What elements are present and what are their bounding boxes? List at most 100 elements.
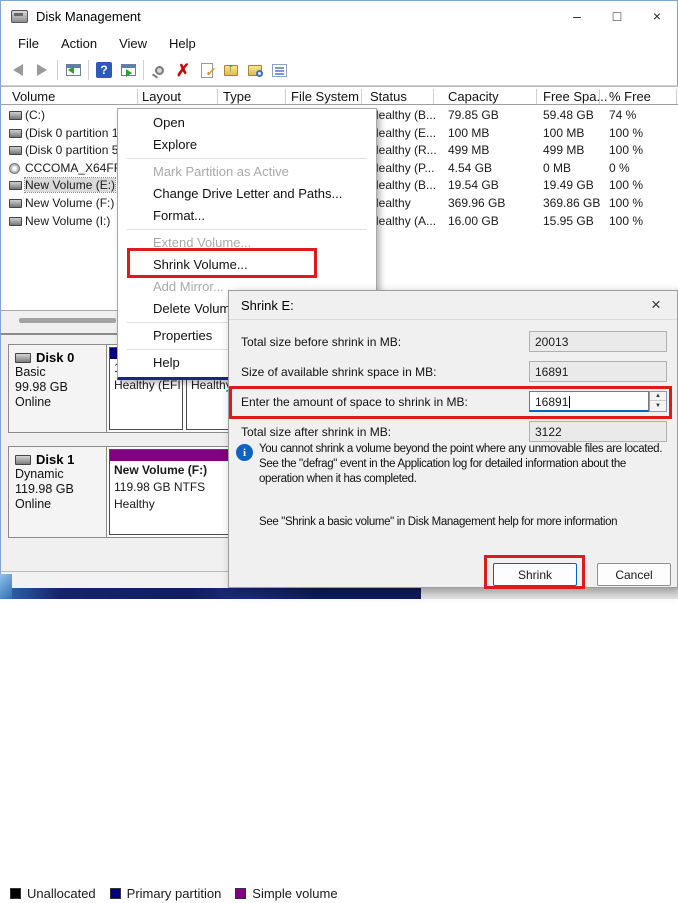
disk-info-panel[interactable]: Disk 1Dynamic119.98 GBOnline: [9, 447, 107, 537]
menubar-item-file[interactable]: File: [7, 33, 50, 54]
context-menu-item-explore[interactable]: Explore: [118, 134, 376, 156]
volume-pct-free: 100 %: [609, 178, 643, 192]
column-header-file-system[interactable]: File System: [291, 89, 359, 104]
check-document-icon[interactable]: ✓: [195, 58, 219, 82]
volume-status: Healthy (B...: [370, 108, 436, 122]
volume-free-space: 19.49 GB: [543, 178, 594, 192]
annotation-box-shrink-button: [484, 555, 585, 589]
volume-name: (Disk 0 partition 5): [25, 143, 122, 157]
dialog-help-text: See "Shrink a basic volume" in Disk Mana…: [259, 516, 617, 528]
column-separator[interactable]: [599, 89, 600, 104]
shrink-dialog: Shrink E: × Total size before shrink in …: [228, 290, 678, 588]
column-header-free-spa-[interactable]: Free Spa...: [543, 89, 607, 104]
column-separator[interactable]: [536, 89, 537, 104]
context-menu-item-format[interactable]: Format...: [118, 205, 376, 227]
column-separator[interactable]: [361, 89, 362, 104]
disk-info-panel[interactable]: Disk 0Basic99.98 GBOnline: [9, 345, 107, 432]
back-icon[interactable]: [6, 58, 30, 82]
volume-drive-icon: [9, 181, 22, 190]
column-separator[interactable]: [676, 89, 677, 104]
dialog-close-icon[interactable]: ×: [645, 295, 667, 315]
volume-drive-icon: [9, 199, 22, 208]
volume-name: New Volume (F:): [25, 196, 114, 210]
disk-icon: [15, 455, 31, 465]
toolbar-separator: [57, 60, 58, 80]
volume-pct-free: 100 %: [609, 143, 643, 157]
volume-capacity: 19.54 GB: [448, 178, 499, 192]
volume-pct-free: 74 %: [609, 108, 636, 122]
folder-up-icon[interactable]: ↑: [219, 58, 243, 82]
volume-name: (C:): [25, 108, 45, 122]
disk-name: Disk 0: [15, 350, 100, 365]
legend-label: Primary partition: [127, 886, 222, 901]
delete-x-icon[interactable]: ✗: [171, 58, 195, 82]
disk-size: 99.98 GB: [15, 380, 100, 395]
context-menu-item-open[interactable]: Open: [118, 112, 376, 134]
column-separator[interactable]: [217, 89, 218, 104]
disk-icon: [15, 353, 31, 363]
column-separator[interactable]: [433, 89, 434, 104]
volume-free-space: 59.48 GB: [543, 108, 594, 122]
column-header--free[interactable]: % Free: [609, 89, 651, 104]
maximize-button[interactable]: □: [597, 1, 637, 31]
disk-type: Basic: [15, 365, 100, 380]
info-icon: i: [236, 444, 253, 461]
menubar-item-view[interactable]: View: [108, 33, 158, 54]
column-header-status[interactable]: Status: [370, 89, 407, 104]
volume-pct-free: 100 %: [609, 126, 643, 140]
readonly-field: 16891: [529, 361, 667, 382]
screen: Disk Management – □ × FileActionViewHelp…: [0, 0, 678, 599]
volume-name: (Disk 0 partition 1): [25, 126, 122, 140]
context-menu-item-change-drive-letter-and-paths[interactable]: Change Drive Letter and Paths...: [118, 183, 376, 205]
volume-name: New Volume (I:): [25, 214, 110, 228]
column-separator[interactable]: [137, 89, 138, 104]
cancel-button[interactable]: Cancel: [597, 563, 671, 586]
minimize-button[interactable]: –: [557, 1, 597, 31]
column-header-layout[interactable]: Layout: [142, 89, 181, 104]
dialog-field-label: Total size before shrink in MB:: [241, 335, 401, 349]
column-separator[interactable]: [285, 89, 286, 104]
column-header-type[interactable]: Type: [223, 89, 251, 104]
menubar-item-action[interactable]: Action: [50, 33, 108, 54]
column-header-capacity[interactable]: Capacity: [448, 89, 499, 104]
folder-search-icon[interactable]: [243, 58, 267, 82]
annotation-box-shrink-amount: [229, 386, 672, 419]
volume-capacity: 100 MB: [448, 126, 489, 140]
dialog-info-text: You cannot shrink a volume beyond the po…: [259, 443, 662, 455]
legend-label: Unallocated: [27, 886, 96, 901]
volume-drive-icon: [9, 146, 22, 155]
dialog-field-label: Total size after shrink in MB:: [241, 425, 391, 439]
column-header-volume[interactable]: Volume: [12, 89, 55, 104]
readonly-field: 3122: [529, 421, 667, 442]
help-icon[interactable]: ?: [92, 58, 116, 82]
console-tree-icon[interactable]: [61, 58, 85, 82]
volume-name: New Volume (E:): [25, 178, 115, 192]
volume-drive-icon: [9, 111, 22, 120]
volume-name: CCCOMA_X64FRE: [25, 161, 130, 175]
volume-status: Healthy (R...: [370, 143, 437, 157]
volume-status: Healthy (A...: [370, 214, 436, 228]
volume-drive-icon: [9, 217, 22, 226]
magnifier-icon[interactable]: [147, 58, 171, 82]
close-button[interactable]: ×: [637, 1, 677, 31]
forward-icon[interactable]: [30, 58, 54, 82]
taskbar-strip: [0, 588, 678, 599]
volume-capacity: 4.54 GB: [448, 161, 492, 175]
annotation-box-shrink-volume: [127, 248, 317, 278]
disk-drive-icon: [11, 10, 28, 23]
volume-status: Healthy (P...: [370, 161, 434, 175]
context-menu-item-mark-partition-as-active: Mark Partition as Active: [118, 161, 376, 183]
action-pane-icon[interactable]: [116, 58, 140, 82]
dialog-title-divider: [229, 319, 677, 320]
desktop-corner-patch: [0, 574, 12, 599]
legend-color-swatch: [235, 888, 246, 899]
volume-capacity: 16.00 GB: [448, 214, 499, 228]
menubar-item-help[interactable]: Help: [158, 33, 207, 54]
checklist-icon[interactable]: [267, 58, 291, 82]
volume-status: Healthy (E...: [370, 126, 436, 140]
volume-pct-free: 100 %: [609, 214, 643, 228]
toolbar: ? ✗✓↑: [1, 55, 677, 86]
partition-legend: UnallocatedPrimary partitionSimple volum…: [1, 883, 678, 903]
horizontal-scrollbar-thumb[interactable]: [19, 318, 116, 323]
menu-bar: FileActionViewHelp: [1, 31, 677, 55]
